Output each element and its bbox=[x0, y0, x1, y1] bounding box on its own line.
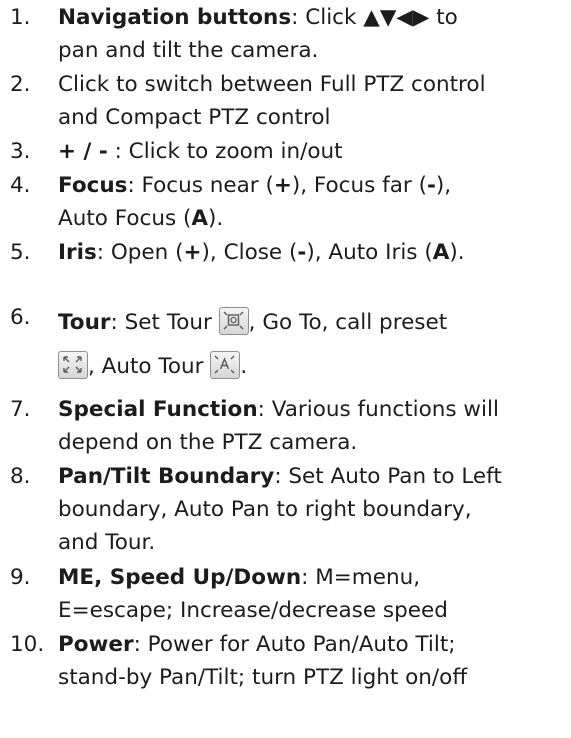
item-title: Tour bbox=[58, 310, 111, 335]
item-number: 8. bbox=[10, 464, 31, 489]
item-title: ME, Speed Up/Down bbox=[58, 565, 302, 590]
item-title: Iris bbox=[58, 240, 97, 265]
navigation-arrows-icon: ▲▼◀▶ bbox=[363, 5, 430, 30]
item-title: Focus bbox=[58, 173, 128, 198]
item-text: Navigation buttons: Click ▲▼◀▶ to pan an… bbox=[58, 5, 458, 63]
item-number: 5. bbox=[10, 240, 31, 265]
item-title: + / - bbox=[58, 139, 108, 164]
item-title: Pan/Tilt Boundary bbox=[58, 464, 275, 489]
item-text: Pan/Tilt Boundary: Set Auto Pan to Left … bbox=[58, 464, 502, 555]
item-text: Special Function: Various functions will… bbox=[58, 397, 499, 455]
item-number: 3. bbox=[10, 139, 31, 164]
set-tour-icon bbox=[218, 307, 249, 335]
item-number: 10. bbox=[10, 632, 45, 657]
item-number: 4. bbox=[10, 173, 31, 198]
item-text: Focus: Focus near (+), Focus far (-), Au… bbox=[58, 173, 452, 231]
item-number: 1. bbox=[10, 5, 31, 30]
auto-tour-icon bbox=[210, 351, 241, 379]
item-text: Tour: Set Tour , Go To, call preset , Au… bbox=[58, 301, 566, 389]
item-number: 9. bbox=[10, 565, 31, 590]
item-text: Click to switch between Full PTZ control… bbox=[58, 72, 486, 130]
item-title: Navigation buttons bbox=[58, 5, 292, 30]
call-preset-icon bbox=[58, 351, 88, 379]
item-number: 2. bbox=[10, 72, 31, 97]
item-title: Power bbox=[58, 632, 134, 657]
item-number: 7. bbox=[10, 397, 31, 422]
item-text: Iris: Open (+), Close (-), Auto Iris (A)… bbox=[58, 240, 465, 265]
item-number: 6. bbox=[10, 305, 31, 330]
item-text: Power: Power for Auto Pan/Auto Tilt; sta… bbox=[58, 632, 468, 690]
item-title: Special Function bbox=[58, 397, 258, 422]
item-text: ME, Speed Up/Down: M=menu, E=escape; Inc… bbox=[58, 565, 448, 623]
item-text: + / - : Click to zoom in/out bbox=[58, 139, 343, 164]
